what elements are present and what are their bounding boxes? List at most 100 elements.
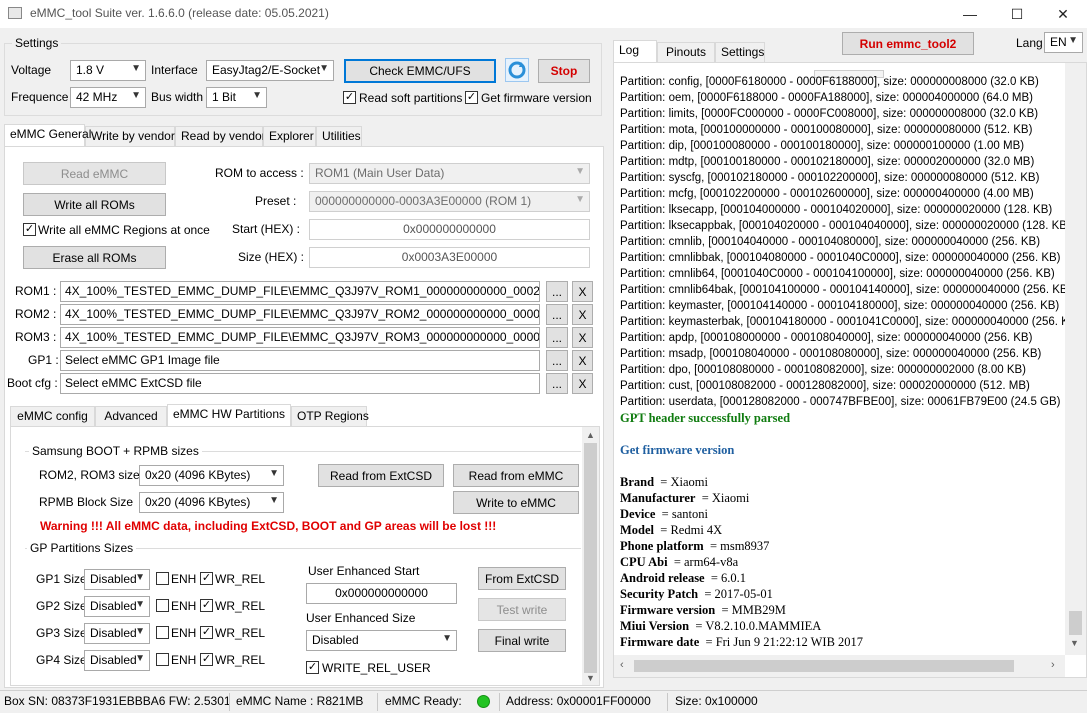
rom1-clear-button[interactable]: X bbox=[572, 281, 593, 302]
maximize-button[interactable]: ☐ bbox=[994, 0, 1040, 28]
interface-select[interactable]: EasyJtag2/E-Socket ▼ bbox=[206, 60, 334, 81]
log-horizontal-scrollbar[interactable]: ‹ › bbox=[614, 655, 1065, 677]
minimize-button[interactable]: — bbox=[947, 0, 993, 28]
rom3-browse-button[interactable]: ... bbox=[546, 327, 568, 348]
read-from-emmc-button[interactable]: Read from eMMC bbox=[453, 464, 579, 487]
scroll-right-icon[interactable]: › bbox=[1051, 659, 1055, 671]
check-emmc-button[interactable]: Check EMMC/UFS bbox=[344, 59, 496, 83]
test-write-button[interactable]: Test write bbox=[478, 598, 566, 621]
tab-emmc-config[interactable]: eMMC config bbox=[10, 406, 95, 426]
read-from-extcsd-button[interactable]: Read from ExtCSD bbox=[318, 464, 444, 487]
rpmb-size-select[interactable]: 0x20 (4096 KBytes) ▼ bbox=[139, 492, 284, 513]
write-rel-user-checkbox[interactable]: ✓ bbox=[306, 661, 319, 674]
erase-all-roms-button[interactable]: Erase all ROMs bbox=[23, 246, 166, 269]
chevron-down-icon: ▼ bbox=[442, 633, 452, 644]
prop-key: Miui Version bbox=[620, 619, 690, 633]
gp4-enh-checkbox[interactable] bbox=[156, 653, 169, 666]
gp1-size-select[interactable]: Disabled ▼ bbox=[84, 569, 150, 590]
gp2-wrrel-checkbox[interactable]: ✓ bbox=[200, 599, 213, 612]
read-soft-partitions-checkbox[interactable]: ✓ bbox=[343, 91, 356, 104]
tab-otp-regions[interactable]: OTP Regions bbox=[291, 406, 369, 426]
scrollbar-thumb[interactable] bbox=[584, 443, 597, 673]
start-hex-field[interactable]: 0x000000000000 bbox=[309, 219, 590, 240]
gp1-path-field[interactable]: Select eMMC GP1 Image file bbox=[60, 350, 540, 371]
user-enh-start-field[interactable]: 0x000000000000 bbox=[306, 583, 457, 604]
tab-write-by-vendor[interactable]: Write by vendor bbox=[85, 126, 175, 146]
gp1-clear-button[interactable]: X bbox=[572, 350, 593, 371]
main-tabs: eMMC General Write by vendor Read by ven… bbox=[4, 124, 604, 146]
rom23-size-value: 0x20 (4096 KBytes) bbox=[145, 468, 251, 482]
bootcfg-path-field[interactable]: Select eMMC ExtCSD file bbox=[60, 373, 540, 394]
bootcfg-browse-button[interactable]: ... bbox=[546, 373, 568, 394]
rom3-label: ROM3 : bbox=[15, 330, 57, 344]
log-vertical-scrollbar[interactable]: ▼ bbox=[1065, 63, 1086, 655]
get-firmware-version-checkbox[interactable]: ✓ bbox=[465, 91, 478, 104]
tab-advanced[interactable]: Advanced bbox=[95, 406, 167, 426]
rom-access-select[interactable]: ROM1 (Main User Data) ▼ bbox=[309, 163, 590, 184]
stop-button[interactable]: Stop bbox=[538, 59, 590, 83]
scrollbar-thumb[interactable] bbox=[634, 660, 1014, 672]
frequency-select[interactable]: 42 MHz ▼ bbox=[70, 87, 146, 108]
tab-explorer[interactable]: Explorer bbox=[263, 126, 316, 146]
scrollbar-thumb[interactable] bbox=[1069, 611, 1082, 635]
gp3-enh-checkbox[interactable] bbox=[156, 626, 169, 639]
scroll-down-icon[interactable]: ▼ bbox=[586, 673, 595, 683]
tab-settings[interactable]: Settings bbox=[715, 42, 765, 62]
refresh-button[interactable] bbox=[505, 58, 529, 82]
gp1-enh-checkbox[interactable] bbox=[156, 572, 169, 585]
gp2-enh-checkbox[interactable] bbox=[156, 599, 169, 612]
rom23-size-select[interactable]: 0x20 (4096 KBytes) ▼ bbox=[139, 465, 284, 486]
rom1-browse-button[interactable]: ... bbox=[546, 281, 568, 302]
prop-value: = Fri Jun 9 21:22:12 WIB 2017 bbox=[705, 635, 864, 649]
log-line: Partition: syscfg, [000102180000 - 00010… bbox=[620, 172, 1040, 184]
rom2-path-field[interactable]: 4X_100%_TESTED_EMMC_DUMP_FILE\EMMC_Q3J97… bbox=[60, 304, 540, 325]
chevron-down-icon: ▼ bbox=[575, 166, 585, 177]
prop-value: = V8.2.10.0.MAMMIEA bbox=[695, 619, 822, 633]
rom1-path-field[interactable]: 4X_100%_TESTED_EMMC_DUMP_FILE\EMMC_Q3J97… bbox=[60, 281, 540, 302]
tab-log[interactable]: Log bbox=[613, 40, 657, 62]
final-write-button[interactable]: Final write bbox=[478, 629, 566, 652]
tab-emmc-general[interactable]: eMMC General bbox=[4, 124, 91, 146]
tab-read-by-vendor[interactable]: Read by vendor bbox=[175, 126, 266, 146]
tab-emmc-hw-partitions[interactable]: eMMC HW Partitions bbox=[167, 404, 291, 426]
write-rel-user-label: WRITE_REL_USER bbox=[322, 661, 431, 675]
voltage-select[interactable]: 1.8 V ▼ bbox=[70, 60, 146, 81]
gp4-size-select[interactable]: Disabled ▼ bbox=[84, 650, 150, 671]
rom2-clear-button[interactable]: X bbox=[572, 304, 593, 325]
preset-select[interactable]: 000000000000-0003A3E00000 (ROM 1) ▼ bbox=[309, 191, 590, 212]
buswidth-select[interactable]: 1 Bit ▼ bbox=[206, 87, 267, 108]
gp4-wrrel-checkbox[interactable]: ✓ bbox=[200, 653, 213, 666]
from-extcsd-button[interactable]: From ExtCSD bbox=[478, 567, 566, 590]
prop-value: = arm64-v8a bbox=[673, 555, 739, 569]
bootcfg-clear-button[interactable]: X bbox=[572, 373, 593, 394]
tab-utilities[interactable]: Utilities bbox=[316, 126, 362, 146]
gp3-wrrel-checkbox[interactable]: ✓ bbox=[200, 626, 213, 639]
rom3-path-field[interactable]: 4X_100%_TESTED_EMMC_DUMP_FILE\EMMC_Q3J97… bbox=[60, 327, 540, 348]
read-emmc-button[interactable]: Read eMMC bbox=[23, 162, 166, 185]
rom3-clear-button[interactable]: X bbox=[572, 327, 593, 348]
tab-pinouts[interactable]: Pinouts bbox=[657, 42, 715, 62]
write-to-emmc-button[interactable]: Write to eMMC bbox=[453, 491, 579, 514]
gp1-browse-button[interactable]: ... bbox=[546, 350, 568, 371]
scroll-left-icon[interactable]: ‹ bbox=[620, 659, 624, 671]
run-emmc-tool2-button[interactable]: Run emmc_tool2 bbox=[842, 32, 974, 55]
close-button[interactable]: ✕ bbox=[1040, 0, 1086, 28]
log-line: Partition: cmnlib64bak, [000104100000 - … bbox=[620, 284, 1065, 296]
buswidth-value: 1 Bit bbox=[212, 90, 237, 104]
size-hex-field[interactable]: 0x0003A3E00000 bbox=[309, 247, 590, 268]
gp3-size-select[interactable]: Disabled ▼ bbox=[84, 623, 150, 644]
size-hex-label: Size (HEX) : bbox=[238, 250, 305, 264]
chevron-down-icon: ▼ bbox=[131, 90, 141, 101]
write-all-regions-checkbox[interactable]: ✓ bbox=[23, 223, 36, 236]
user-enh-size-select[interactable]: Disabled ▼ bbox=[306, 630, 457, 651]
lang-select[interactable]: EN ▼ bbox=[1044, 32, 1083, 53]
gp1-enh-label: ENH bbox=[171, 572, 197, 586]
scroll-up-icon[interactable]: ▲ bbox=[586, 430, 595, 440]
write-all-roms-button[interactable]: Write all ROMs bbox=[23, 193, 166, 216]
gp2-size-select[interactable]: Disabled ▼ bbox=[84, 596, 150, 617]
rom2-browse-button[interactable]: ... bbox=[546, 304, 568, 325]
scroll-down-icon[interactable]: ▼ bbox=[1070, 638, 1079, 648]
gp1-wrrel-checkbox[interactable]: ✓ bbox=[200, 572, 213, 585]
hw-panel-scrollbar[interactable]: ▲ ▼ bbox=[582, 427, 599, 685]
voltage-value: 1.8 V bbox=[76, 63, 105, 77]
